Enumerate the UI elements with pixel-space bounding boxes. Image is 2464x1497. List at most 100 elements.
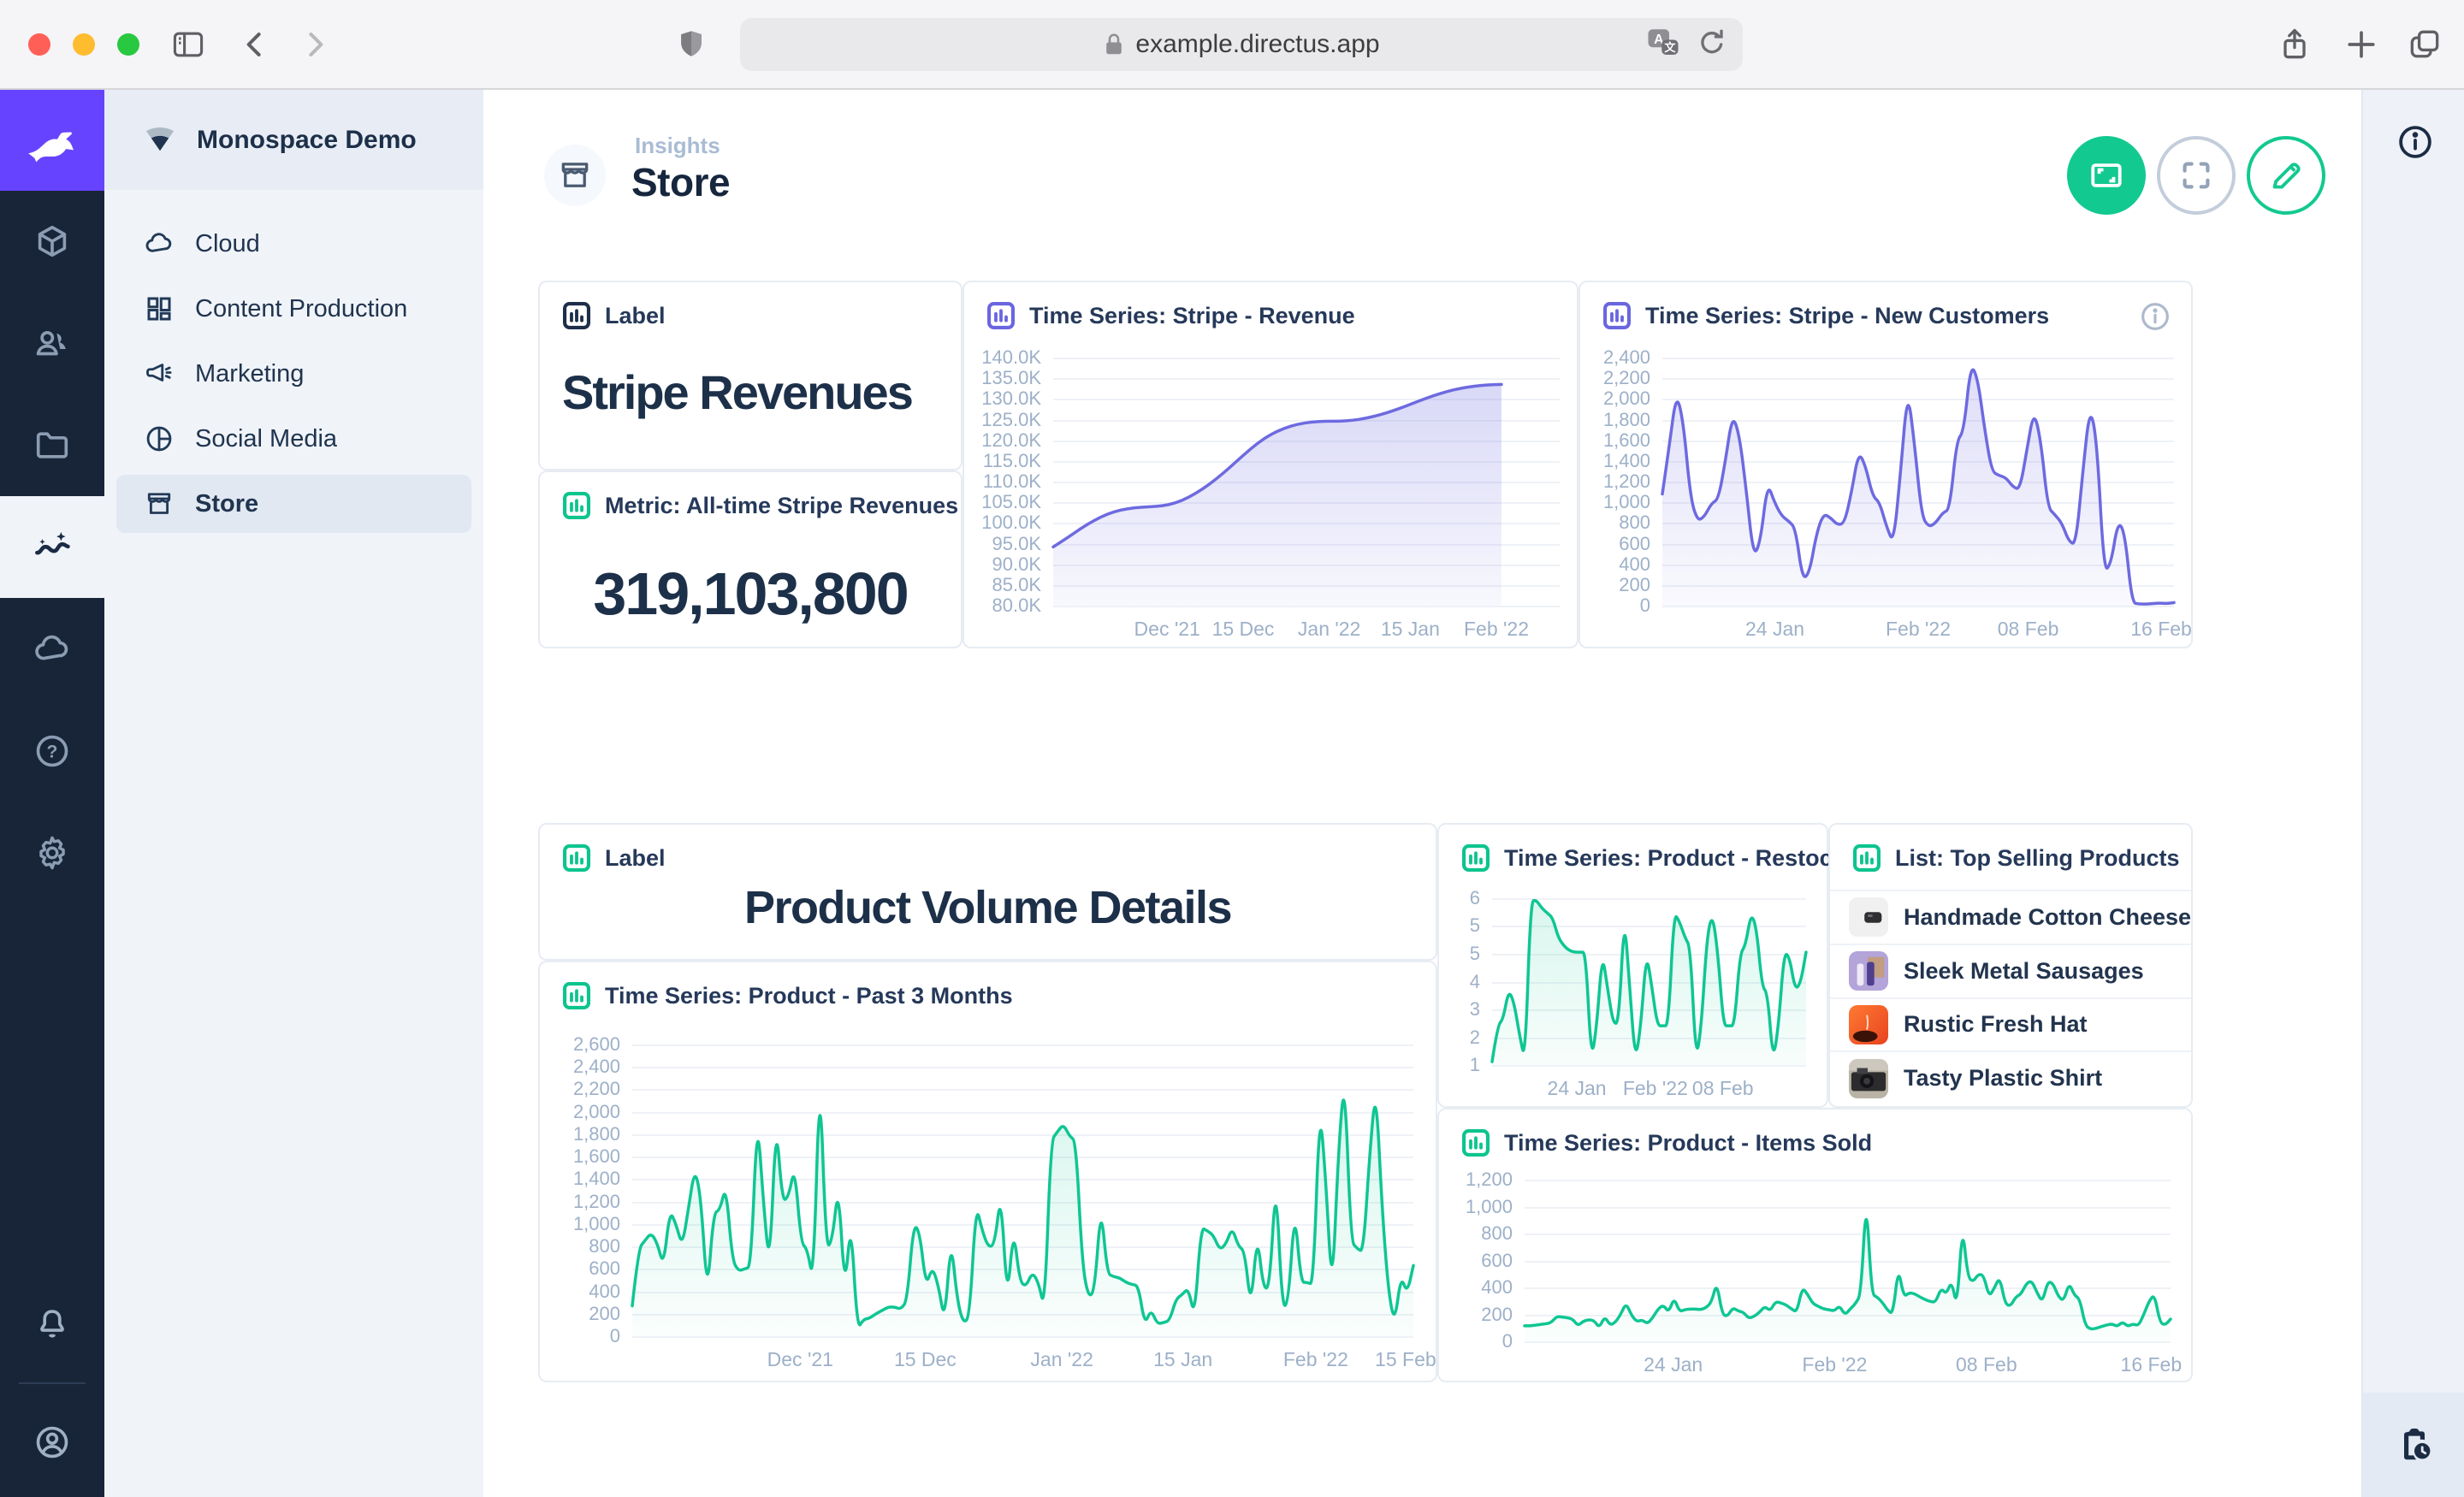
label-text: Product Volume Details <box>540 881 1436 934</box>
product-thumbnail <box>1849 1005 1888 1044</box>
edit-dashboard-button[interactable] <box>2247 136 2325 215</box>
items-sold-chart: 1,2001,000800600400200024 JanFeb '2208 F… <box>1453 1180 2174 1377</box>
list-item[interactable]: Tasty Plastic Shirt <box>1830 1050 2191 1104</box>
panel-time-series-restocks: Time Series: Product - Restocks 65543212… <box>1437 823 1828 1108</box>
module-cloud[interactable] <box>0 598 104 700</box>
right-sidebar <box>2361 90 2464 1497</box>
fit-dashboard-button[interactable] <box>2067 136 2146 215</box>
browser-toolbar: example.directus.app A文 <box>0 0 2464 90</box>
sidebar-item-social-media[interactable]: Social Media <box>116 410 471 468</box>
sidebar-item-content-production[interactable]: Content Production <box>116 280 471 338</box>
reload-icon[interactable] <box>1695 26 1729 60</box>
chart-panel-icon <box>560 842 593 874</box>
user-circle-icon <box>33 1423 72 1462</box>
bell-icon <box>33 1305 72 1344</box>
storefront-icon <box>557 157 593 193</box>
panel-label-product: Label Product Volume Details <box>538 823 1437 961</box>
sidebar-toggle-icon[interactable] <box>166 22 210 67</box>
tab-overview-icon[interactable] <box>2402 22 2447 67</box>
storefront-icon <box>144 488 175 519</box>
panel-metric-stripe-revenues: Metric: All-time Stripe Revenues 319,103… <box>538 470 962 648</box>
chart-panel-icon <box>1460 1127 1492 1159</box>
activity-log-button[interactable] <box>2363 1393 2464 1497</box>
chart-panel-icon <box>560 299 593 332</box>
project-name: Monospace Demo <box>197 126 417 155</box>
list-item[interactable]: Sleek Metal Sausages <box>1830 944 2191 997</box>
chart-panel-icon <box>560 979 593 1012</box>
svg-text:?: ? <box>47 742 58 761</box>
chart-panel-icon <box>1460 842 1492 874</box>
panel-time-series-items-sold: Time Series: Product - Items Sold 1,2001… <box>1437 1108 2193 1382</box>
zoom-window-button[interactable] <box>117 33 139 56</box>
info-sidebar-button[interactable] <box>2396 122 2435 162</box>
module-collections[interactable] <box>0 191 104 293</box>
privacy-shield-icon[interactable] <box>669 22 714 67</box>
panel-title: Label <box>605 845 666 872</box>
product-name: Handmade Cotton Cheese <box>1904 904 2191 931</box>
address-bar[interactable]: example.directus.app A文 <box>740 18 1743 71</box>
restocks-chart: 655432124 JanFeb '2208 Feb <box>1453 898 1810 1101</box>
account-button[interactable] <box>0 1399 104 1485</box>
directus-logo[interactable] <box>0 90 104 191</box>
sidebar-item-cloud[interactable]: Cloud <box>116 215 471 273</box>
pie-chart-icon <box>144 423 175 454</box>
list-item[interactable]: Rustic Fresh Hat <box>1830 997 2191 1051</box>
product-name: Tasty Plastic Shirt <box>1904 1065 2102 1092</box>
share-icon[interactable] <box>2272 22 2317 67</box>
gear-icon <box>33 833 72 873</box>
panel-title: Time Series: Product - Restocks <box>1504 845 1858 872</box>
fit-screen-icon <box>2087 156 2126 195</box>
module-help[interactable]: ? <box>0 700 104 802</box>
product-list: Handmade Cotton Cheese Sleek Metal Sausa… <box>1830 890 2191 1104</box>
panel-title: List: Top Selling Products <box>1895 845 2180 872</box>
sidebar-item-marketing[interactable]: Marketing <box>116 345 471 403</box>
panel-title: Time Series: Product - Items Sold <box>1504 1130 1872 1157</box>
product-name: Sleek Metal Sausages <box>1904 958 2144 985</box>
module-insights[interactable] <box>0 496 104 598</box>
panel-top-selling-products: List: Top Selling Products Handmade Cott… <box>1828 823 2193 1108</box>
sidebar-item-label: Content Production <box>195 295 407 323</box>
module-users[interactable] <box>0 293 104 394</box>
dashboard-icon-badge <box>544 145 606 206</box>
past-3-months-chart: 2,6002,4002,2002,0001,8001,6001,4001,200… <box>554 1044 1417 1372</box>
breadcrumb[interactable]: Insights <box>635 133 720 159</box>
close-window-button[interactable] <box>28 33 50 56</box>
sidebar-item-label: Social Media <box>195 425 337 453</box>
panel-time-series-past-3-months: Time Series: Product - Past 3 Months 2,6… <box>538 961 1437 1382</box>
megaphone-icon <box>144 358 175 389</box>
panel-title: Metric: All-time Stripe Revenues <box>605 493 958 519</box>
cloud-icon <box>144 228 175 259</box>
dashboard-grid-icon <box>144 293 175 324</box>
translate-icon[interactable]: A文 <box>1645 25 1681 61</box>
screen: example.directus.app A文 <box>0 0 2464 1497</box>
forward-icon[interactable] <box>293 22 337 67</box>
page-title: Store <box>631 159 730 205</box>
list-item[interactable]: Handmade Cotton Cheese <box>1830 890 2191 944</box>
module-settings[interactable] <box>0 802 104 903</box>
chart-panel-icon <box>1601 299 1633 332</box>
users-icon <box>33 324 72 364</box>
product-thumbnail <box>1849 951 1888 991</box>
info-icon[interactable] <box>2138 299 2172 334</box>
sidebar-item-label: Cloud <box>195 230 260 258</box>
chart-panel-icon <box>560 489 593 522</box>
sidebar-item-store[interactable]: Store <box>116 475 471 533</box>
product-name: Rustic Fresh Hat <box>1904 1011 2088 1038</box>
minimize-window-button[interactable] <box>73 33 95 56</box>
rabbit-logo-icon <box>20 108 85 173</box>
fullscreen-button[interactable] <box>2157 136 2236 215</box>
new-tab-icon[interactable] <box>2339 22 2384 67</box>
notifications-button[interactable] <box>0 1281 104 1367</box>
project-switcher[interactable]: Monospace Demo <box>104 90 483 190</box>
new-customers-chart: 2,4002,2002,0001,8001,6001,4001,2001,000… <box>1594 358 2177 642</box>
chart-panel-icon <box>1851 842 1883 874</box>
panel-label-stripe: Label Stripe Revenues <box>538 281 962 470</box>
cube-icon <box>33 222 72 262</box>
help-icon: ? <box>33 731 72 771</box>
product-thumbnail <box>1849 1059 1888 1098</box>
stripe-revenue-chart: 140.0K135.0K130.0K125.0K120.0K115.0K110.… <box>978 358 1563 642</box>
insights-icon <box>33 528 72 567</box>
back-icon[interactable] <box>233 22 277 67</box>
module-files[interactable] <box>0 394 104 496</box>
folder-icon <box>33 426 72 465</box>
